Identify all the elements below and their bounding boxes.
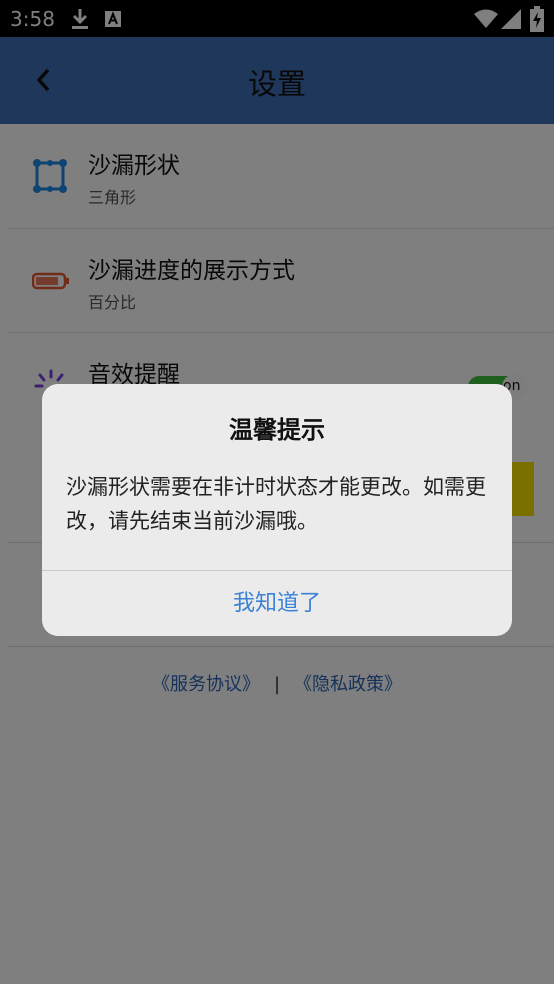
dialog-message: 沙漏形状需要在非计时状态才能更改。如需更改，请先结束当前沙漏哦。 xyxy=(66,475,486,533)
dialog-title: 温馨提示 xyxy=(229,416,325,444)
acknowledge-button[interactable]: 我知道了 xyxy=(42,571,512,636)
tip-dialog: 温馨提示 沙漏形状需要在非计时状态才能更改。如需更改，请先结束当前沙漏哦。 我知… xyxy=(42,384,512,636)
